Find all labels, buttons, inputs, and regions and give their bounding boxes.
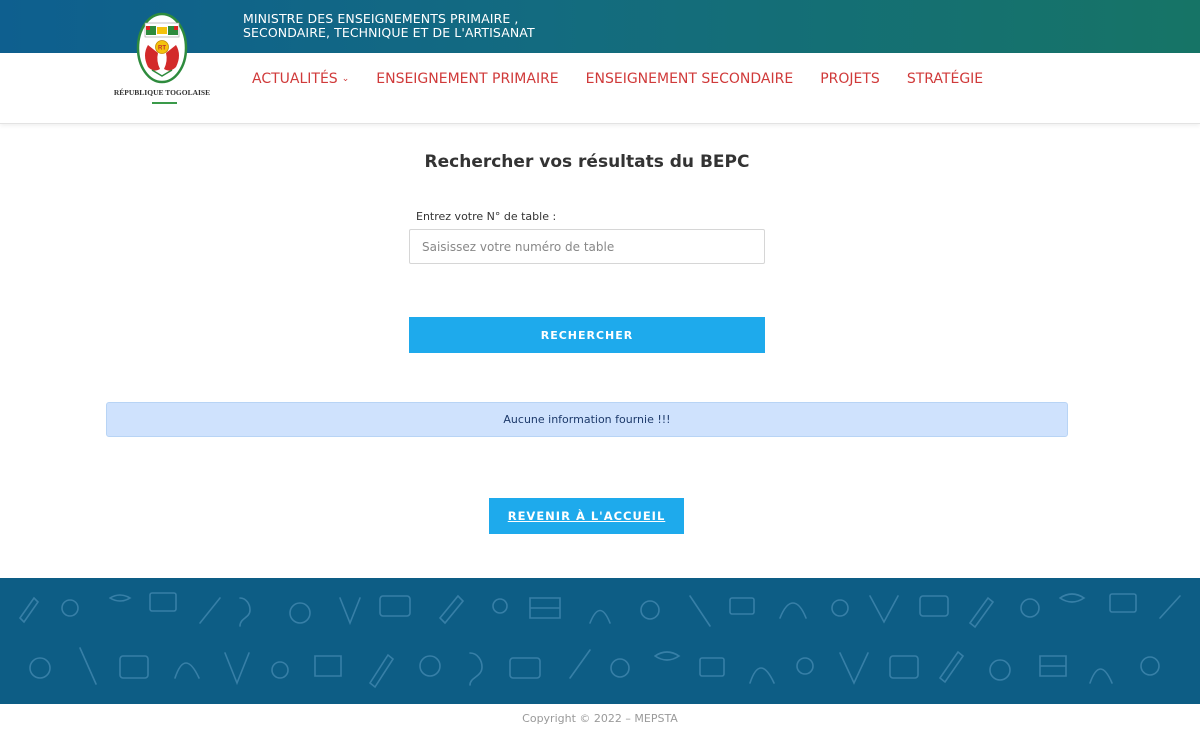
info-alert: Aucune information fournie !!!: [106, 402, 1068, 437]
alert-message: Aucune information fournie !!!: [503, 413, 671, 426]
nav-item-enseignement-secondaire[interactable]: ENSEIGNEMENT SECONDAIRE: [586, 71, 794, 87]
ministry-name: MINISTRE DES ENSEIGNEMENTS PRIMAIRE , SE…: [243, 12, 535, 40]
table-number-label: Entrez votre N° de table :: [416, 210, 557, 223]
nav-item-strategie[interactable]: STRATÉGIE: [907, 71, 983, 87]
chevron-down-icon: ⌄: [341, 74, 350, 84]
coat-of-arms-icon: RT: [136, 12, 188, 84]
logo-caption: RÉPUBLIQUE TOGOLAISE: [113, 88, 211, 97]
ministry-name-line1: MINISTRE DES ENSEIGNEMENTS PRIMAIRE ,: [243, 11, 519, 26]
footer-pattern-band: [0, 578, 1200, 704]
ministry-name-line2: SECONDAIRE, TECHNIQUE ET DE L'ARTISANAT: [243, 25, 535, 40]
site-logo[interactable]: RT RÉPUBLIQUE TOGOLAISE: [112, 10, 212, 106]
table-number-input[interactable]: [409, 229, 765, 264]
nav-item-actualites[interactable]: ACTUALITÉS ⌄: [252, 71, 349, 87]
back-home-button[interactable]: REVENIR À L'ACCUEIL: [489, 498, 684, 534]
school-doodle-pattern-icon: [18, 592, 1181, 689]
nav-item-projets[interactable]: PROJETS: [820, 71, 880, 87]
page-title: Rechercher vos résultats du BEPC: [424, 152, 750, 172]
footer-copyright: Copyright © 2022 – MEPSTA: [522, 712, 678, 725]
nav-menu: ACTUALITÉS ⌄ ENSEIGNEMENT PRIMAIRE ENSEIG…: [252, 71, 1010, 87]
search-button[interactable]: RECHERCHER: [409, 317, 765, 353]
logo-underline: [152, 102, 177, 104]
logo-badge: RT: [158, 46, 166, 52]
nav-item-enseignement-primaire[interactable]: ENSEIGNEMENT PRIMAIRE: [376, 71, 558, 87]
nav-item-label: ACTUALITÉS: [252, 71, 338, 87]
